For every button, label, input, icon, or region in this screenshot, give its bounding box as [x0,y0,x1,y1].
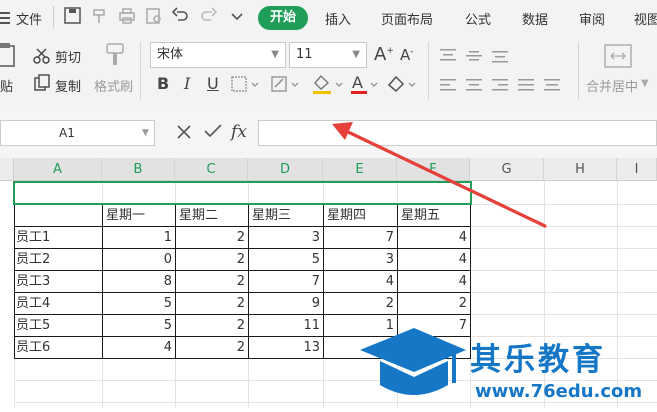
watermark-url: www.76edu.com [475,381,643,402]
graduation-cap-logo-icon [358,325,468,408]
watermark-brand: 其乐教育 [470,342,606,378]
